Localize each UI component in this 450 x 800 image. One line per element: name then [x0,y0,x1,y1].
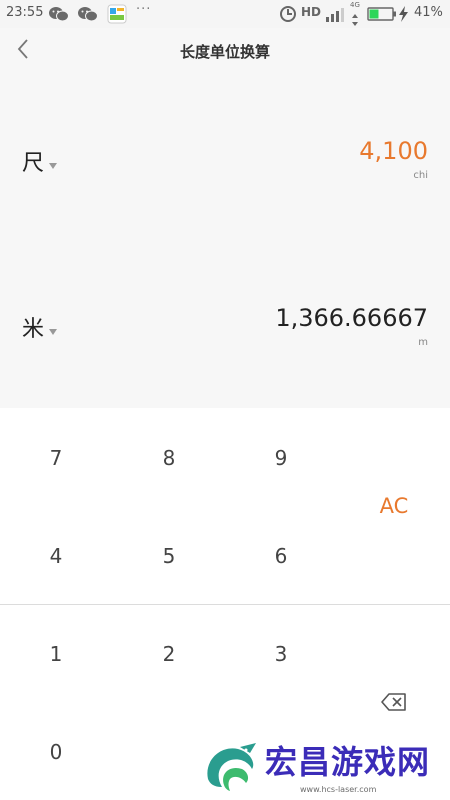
key-4[interactable]: 4 [11,521,101,591]
key-0[interactable]: 0 [11,717,101,787]
charging-bolt-icon [398,5,410,23]
from-unit-selector[interactable]: 尺 [22,145,58,177]
caret-down-icon [49,320,58,339]
from-value[interactable]: 4,100 [359,137,428,165]
to-value[interactable]: 1,366.66667 [275,304,428,332]
clear-button[interactable]: AC [349,471,439,541]
to-unit-selector[interactable]: 米 [22,311,58,343]
key-1[interactable]: 1 [11,619,101,689]
key-9[interactable]: 9 [236,423,326,493]
watermark-brand: 宏昌游戏网 [265,743,431,781]
key-2[interactable]: 2 [124,619,214,689]
data-arrows-icon [351,11,359,29]
from-unit-abbr: chi [413,170,428,181]
app-header: 长度单位换算 [0,28,450,74]
caret-down-icon [49,154,58,173]
watermark-logo-icon [200,739,262,800]
conversion-display: 尺 4,100 chi 米 1,366.66667 m [0,74,450,408]
unit-converter-screen: 23:55 ··· HD 4G 41% 长度单位换算 尺 4,100 chi 米… [0,0,450,800]
to-unit-abbr: m [418,337,428,348]
to-unit-name: 米 [22,317,45,342]
keypad-divider [0,604,450,605]
from-unit-name: 尺 [22,151,45,176]
notification-overflow: ··· [136,2,152,17]
status-bar: 23:55 ··· HD 4G 41% [0,0,450,28]
data-sync-icon [279,5,297,23]
page-title: 长度单位换算 [179,43,270,61]
key-7[interactable]: 7 [11,423,101,493]
network-type-label: HD [301,5,322,19]
network-gen-label: 4G [350,1,360,9]
wechat-icon [77,5,99,23]
battery-icon [367,5,397,23]
wechat-icon [48,5,70,23]
watermark-url: www.hcs-laser.com [300,785,377,794]
backspace-button[interactable] [349,669,439,739]
backspace-icon [381,692,407,716]
app-notification-icon [107,4,127,24]
site-watermark: 宏昌游戏网 www.hcs-laser.com [200,735,450,800]
signal-strength-icon [326,5,348,23]
key-6[interactable]: 6 [236,521,326,591]
key-5[interactable]: 5 [124,521,214,591]
key-8[interactable]: 8 [124,423,214,493]
key-3[interactable]: 3 [236,619,326,689]
status-time: 23:55 [6,5,44,20]
battery-percent: 41% [414,5,443,20]
